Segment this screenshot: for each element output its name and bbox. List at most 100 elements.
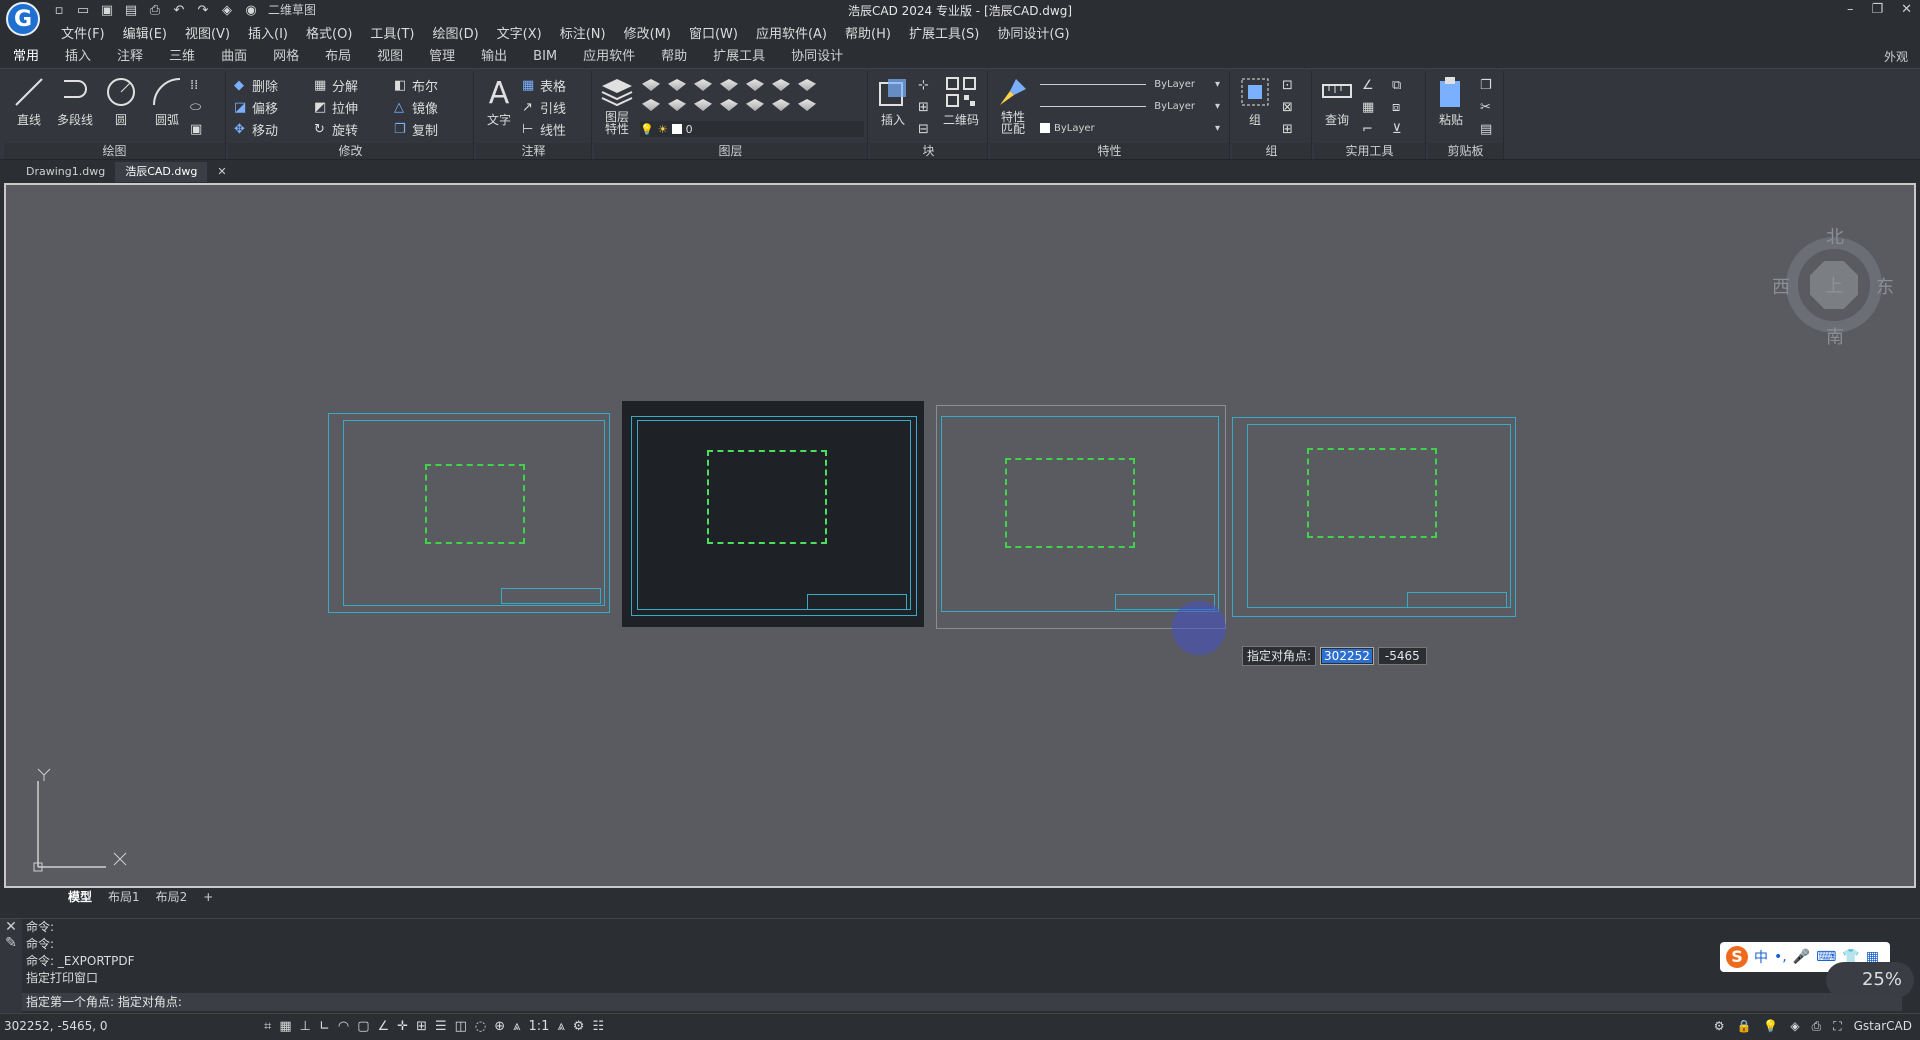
doc-tab-haochen[interactable]: 浩辰CAD.dwg bbox=[115, 162, 208, 182]
drawing-sheet-2[interactable] bbox=[622, 401, 924, 627]
ime-lang-toggle[interactable]: 中 bbox=[1754, 947, 1768, 967]
tab-help[interactable]: 帮助 bbox=[648, 46, 700, 68]
viewcube[interactable]: 上 北 南 东 西 bbox=[1772, 225, 1894, 348]
dynamic-input-y[interactable]: -5465 bbox=[1377, 647, 1427, 665]
move-button[interactable]: ✥ 移动 bbox=[234, 119, 278, 139]
hatch-icon[interactable]: ⁞⁞ bbox=[190, 75, 198, 95]
menu-view[interactable]: 视图(V) bbox=[176, 24, 239, 46]
query-button[interactable]: 查询 bbox=[1316, 75, 1358, 128]
lock-icon[interactable]: 🔒 bbox=[1736, 1019, 1751, 1034]
customize-icon[interactable]: ☷ bbox=[592, 1019, 604, 1034]
circle-button[interactable]: 圆 bbox=[100, 75, 142, 128]
drawing-canvas[interactable]: 指定对角点: 302252 -5465 上 北 南 东 西 bbox=[4, 183, 1916, 888]
match-properties-button[interactable]: 特性 匹配 bbox=[992, 75, 1034, 135]
pen-icon[interactable]: ✎ bbox=[0, 935, 22, 951]
tab-layout1[interactable]: 布局1 bbox=[100, 888, 148, 906]
lineweight-dropdown[interactable]: ByLayer ▾ bbox=[1040, 119, 1220, 137]
menu-tools[interactable]: 工具(T) bbox=[361, 24, 423, 46]
tab-annotate[interactable]: 注释 bbox=[104, 46, 156, 68]
tab-layout[interactable]: 布局 bbox=[312, 46, 364, 68]
command-input[interactable]: 指定第一个角点: 指定对角点: bbox=[22, 993, 1902, 1011]
clipboard-icon[interactable]: ▤ bbox=[1480, 119, 1492, 139]
appearance-menu[interactable]: 外观 bbox=[1884, 46, 1908, 68]
keyboard-icon[interactable]: ⌨ bbox=[1816, 949, 1836, 965]
menu-insert[interactable]: 插入(I) bbox=[239, 24, 297, 46]
transparency-icon[interactable]: ◫ bbox=[455, 1019, 467, 1034]
polyline-button[interactable]: 多段线 bbox=[54, 75, 96, 128]
close-icon[interactable]: ✕ bbox=[0, 919, 22, 935]
osnap-icon[interactable]: ▢ bbox=[357, 1019, 369, 1034]
annotation-monitor-icon[interactable]: ⊕ bbox=[494, 1019, 505, 1034]
current-layer-dropdown[interactable]: 💡 ☀ 0 bbox=[640, 121, 864, 137]
close-button[interactable]: ✕ bbox=[1901, 2, 1912, 17]
filter-icon[interactable]: ⊻ bbox=[1392, 119, 1402, 139]
menu-extensions[interactable]: 扩展工具(S) bbox=[900, 24, 988, 46]
ortho-icon[interactable]: ∟ bbox=[319, 1019, 330, 1034]
drawing-sheet-1[interactable] bbox=[328, 413, 610, 613]
punctuation-icon[interactable]: •, bbox=[1774, 949, 1787, 965]
tab-insert[interactable]: 插入 bbox=[52, 46, 104, 68]
select-all-icon[interactable]: ⧉ bbox=[1392, 75, 1401, 95]
insert-block-button[interactable]: 插入 bbox=[872, 75, 914, 128]
annotation-scale-icon[interactable]: ⩓ bbox=[513, 1019, 520, 1034]
compass-west[interactable]: 西 bbox=[1772, 273, 1790, 299]
ellipse-icon[interactable]: ⬭ bbox=[190, 97, 201, 117]
tab-3d[interactable]: 三维 bbox=[156, 46, 208, 68]
bulb-icon[interactable]: 💡 bbox=[1763, 1019, 1778, 1034]
scale-display[interactable]: 1:1 bbox=[529, 1019, 550, 1034]
linear-dim-button[interactable]: ⊢ 线性 bbox=[522, 119, 566, 139]
text-button[interactable]: A 文字 bbox=[478, 75, 520, 128]
menu-draw[interactable]: 绘图(D) bbox=[424, 24, 488, 46]
group-edit-icon[interactable]: ⊠ bbox=[1282, 97, 1293, 117]
block-edit-icon[interactable]: ⊹ bbox=[918, 75, 929, 95]
mirror-button[interactable]: △ 镜像 bbox=[394, 97, 438, 117]
tab-manage[interactable]: 管理 bbox=[416, 46, 468, 68]
drawing-sheet-4[interactable] bbox=[1232, 417, 1516, 617]
group-button[interactable]: 组 bbox=[1234, 75, 1276, 128]
app-logo[interactable]: G bbox=[6, 2, 40, 36]
boolean-button[interactable]: ◧ 布尔 bbox=[394, 75, 438, 95]
doc-tab-drawing1[interactable]: Drawing1.dwg bbox=[16, 162, 115, 182]
grid-icon[interactable]: ▦ bbox=[279, 1019, 291, 1034]
layer-tools-row-2[interactable] bbox=[642, 99, 816, 111]
angle-icon[interactable]: ∠ bbox=[1362, 75, 1374, 95]
tab-apps[interactable]: 应用软件 bbox=[570, 46, 648, 68]
copy-clip-icon[interactable]: ❐ bbox=[1480, 75, 1492, 95]
maximize-button[interactable]: ❐ bbox=[1871, 2, 1883, 17]
menu-text[interactable]: 文字(X) bbox=[488, 24, 551, 46]
paste-button[interactable]: 粘贴 bbox=[1430, 75, 1472, 128]
explode-button[interactable]: ▦ 分解 bbox=[314, 75, 358, 95]
tab-bim[interactable]: BIM bbox=[520, 46, 570, 68]
calculator-icon[interactable]: ▦ bbox=[1362, 97, 1374, 117]
drawing-sheet-3[interactable] bbox=[936, 405, 1226, 629]
lineweight-icon[interactable]: ☰ bbox=[435, 1019, 447, 1034]
dynamic-input[interactable]: 指定对角点: 302252 -5465 bbox=[1242, 646, 1427, 666]
selection-cycling-icon[interactable]: ◌ bbox=[475, 1019, 486, 1034]
tab-model[interactable]: 模型 bbox=[60, 888, 100, 906]
otrack-icon[interactable]: ∠ bbox=[378, 1019, 390, 1034]
snap-icon[interactable]: ⊥ bbox=[300, 1019, 311, 1034]
menu-dimension[interactable]: 标注(N) bbox=[551, 24, 615, 46]
ungroup-icon[interactable]: ⊡ bbox=[1282, 75, 1293, 95]
tab-view[interactable]: 视图 bbox=[364, 46, 416, 68]
close-tab-icon[interactable]: ✕ bbox=[207, 162, 236, 182]
menu-file[interactable]: 文件(F) bbox=[52, 24, 114, 46]
menu-format[interactable]: 格式(O) bbox=[297, 24, 361, 46]
point-icon[interactable]: ⌐ bbox=[1362, 119, 1373, 139]
qrcode-button[interactable]: 二维码 bbox=[940, 75, 982, 128]
dynamic-ucs-icon[interactable]: ✛ bbox=[397, 1019, 408, 1034]
dynamic-input-x[interactable]: 302252 bbox=[1320, 647, 1374, 665]
fullscreen-icon[interactable]: ⛶ bbox=[1833, 1019, 1841, 1034]
group-select-icon[interactable]: ⊞ bbox=[1282, 119, 1293, 139]
compass-south[interactable]: 南 bbox=[1826, 323, 1844, 349]
sogou-logo-icon[interactable]: S bbox=[1726, 946, 1748, 968]
leader-button[interactable]: ↗ 引线 bbox=[522, 97, 566, 117]
dynamic-input-icon[interactable]: ⊞ bbox=[416, 1019, 427, 1034]
rectangle-icon[interactable]: ▣ bbox=[190, 119, 202, 139]
erase-button[interactable]: ◆ 删除 bbox=[234, 75, 278, 95]
microphone-icon[interactable]: 🎤 bbox=[1793, 949, 1810, 965]
tab-home[interactable]: 常用 bbox=[0, 46, 52, 68]
line-button[interactable]: 直线 bbox=[8, 75, 50, 128]
stretch-button[interactable]: ◩ 拉伸 bbox=[314, 97, 358, 117]
cut-icon[interactable]: ✂ bbox=[1480, 97, 1491, 117]
